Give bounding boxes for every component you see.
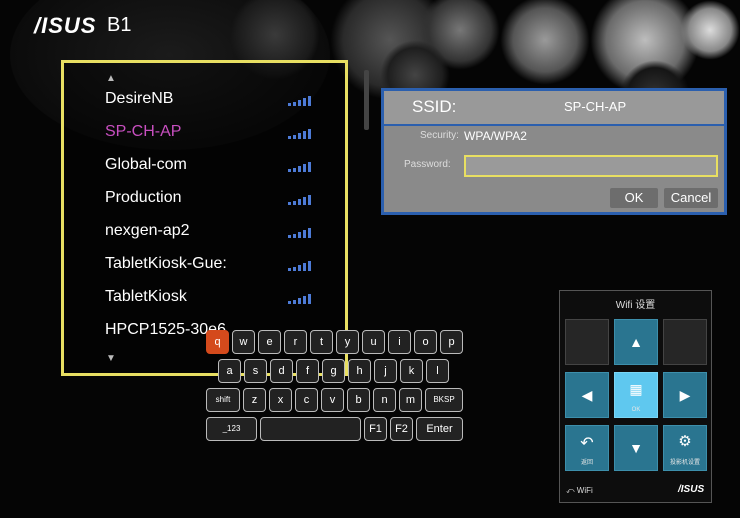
key-b[interactable]: b: [347, 388, 370, 412]
ssid-header: SSID: SP-CH-AP: [384, 91, 724, 126]
key-m[interactable]: m: [399, 388, 422, 412]
signal-strength-icon: [288, 162, 314, 172]
wifi-label: WiFi: [576, 486, 593, 495]
remote-ok-button[interactable]: ▦ OK: [614, 372, 658, 418]
asus-logo: /ISUS: [34, 13, 97, 38]
key-k[interactable]: k: [400, 359, 423, 383]
signal-strength-icon: [288, 96, 314, 106]
remote-blank-top-right: [663, 319, 707, 365]
remote-control-panel: Wifi 设置 ▲ ◀ ▦ OK ▶ ↶ 返回 ▼ ⚙ 投影机设置 ⤺ WiFi…: [559, 290, 712, 503]
scroll-up-icon[interactable]: ▲: [106, 73, 116, 84]
network-item[interactable]: Global-com: [105, 156, 275, 174]
remote-settings-button[interactable]: ⚙ 投影机设置: [663, 425, 707, 471]
key-n[interactable]: n: [373, 388, 396, 412]
key-h[interactable]: h: [348, 359, 371, 383]
signal-strength-icon: [288, 129, 314, 139]
cancel-button[interactable]: Cancel: [664, 188, 718, 208]
grid-icon: ▦: [629, 381, 643, 397]
security-value: WPA/WPA2: [464, 129, 527, 143]
remote-back-button[interactable]: ↶ 返回: [565, 425, 609, 471]
key-s[interactable]: s: [244, 359, 267, 383]
security-label: Security:: [420, 130, 459, 141]
key-shift[interactable]: shift: [206, 388, 240, 412]
arrow-right-icon: ▶: [679, 387, 691, 403]
signal-strength-icon: [288, 228, 314, 238]
arrow-left-icon: ◀: [581, 387, 593, 403]
remote-asus-logo: /ISUS: [678, 484, 705, 495]
scroll-down-icon[interactable]: ▼: [106, 353, 116, 364]
network-item[interactable]: TabletKiosk: [105, 288, 275, 306]
key-g[interactable]: g: [322, 359, 345, 383]
network-item[interactable]: DesireNB: [105, 90, 275, 108]
input-source-icon: ⤺: [566, 486, 575, 495]
key-y[interactable]: y: [336, 330, 359, 354]
key-f2[interactable]: F2: [390, 417, 413, 441]
remote-left-button[interactable]: ◀: [565, 372, 609, 418]
network-item-selected[interactable]: SP-CH-AP: [105, 123, 275, 141]
key-t[interactable]: t: [310, 330, 333, 354]
wifi-source-indicator: ⤺ WiFi: [566, 486, 593, 496]
key-q[interactable]: q: [206, 330, 229, 354]
ok-caption: OK: [631, 407, 641, 413]
key-f1[interactable]: F1: [364, 417, 387, 441]
signal-strength-icon: [288, 294, 314, 304]
remote-down-button[interactable]: ▼: [614, 425, 658, 471]
remote-title: Wifi 设置: [615, 300, 656, 311]
ssid-dialog: SSID: SP-CH-AP Security: WPA/WPA2 Passwo…: [381, 88, 727, 215]
password-label: Password:: [404, 159, 451, 170]
key-z[interactable]: z: [243, 388, 266, 412]
onscreen-keyboard: q w e r t y u i o p a s d f g h j k l sh…: [203, 327, 467, 445]
key-d[interactable]: d: [270, 359, 293, 383]
key-enter[interactable]: Enter: [416, 417, 463, 441]
key-i[interactable]: i: [388, 330, 411, 354]
key-w[interactable]: w: [232, 330, 255, 354]
gear-icon: ⚙: [678, 433, 692, 450]
key-o[interactable]: o: [414, 330, 437, 354]
ok-button[interactable]: OK: [610, 188, 658, 208]
network-item[interactable]: nexgen-ap2: [105, 222, 275, 240]
back-icon: ↶: [580, 435, 594, 452]
key-j[interactable]: j: [374, 359, 397, 383]
key-space[interactable]: [260, 417, 361, 441]
key-c[interactable]: c: [295, 388, 318, 412]
ssid-value: SP-CH-AP: [564, 99, 627, 114]
model-name: B1: [107, 14, 132, 36]
key-numeric[interactable]: _123: [206, 417, 257, 441]
remote-up-button[interactable]: ▲: [614, 319, 658, 365]
key-a[interactable]: a: [218, 359, 241, 383]
key-r[interactable]: r: [284, 330, 307, 354]
arrow-up-icon: ▲: [629, 334, 643, 350]
network-item[interactable]: TabletKiosk-Gue:: [105, 255, 275, 273]
key-u[interactable]: u: [362, 330, 385, 354]
key-p[interactable]: p: [440, 330, 463, 354]
key-backspace[interactable]: BKSP: [425, 388, 463, 412]
back-caption: 返回: [580, 460, 593, 466]
key-v[interactable]: v: [321, 388, 344, 412]
top-bar: /ISUS B1: [0, 0, 740, 48]
ssid-label: SSID:: [412, 97, 457, 116]
list-scrollbar[interactable]: [364, 70, 369, 130]
key-f[interactable]: f: [296, 359, 319, 383]
settings-caption: 投影机设置: [669, 460, 700, 466]
remote-right-button[interactable]: ▶: [663, 372, 707, 418]
network-item[interactable]: Production: [105, 189, 275, 207]
key-x[interactable]: x: [269, 388, 292, 412]
signal-strength-icon: [288, 195, 314, 205]
projector-screen: /ISUS B1 ▲ DesireNB SP-CH-AP Global-com …: [0, 0, 740, 518]
key-e[interactable]: e: [258, 330, 281, 354]
arrow-down-icon: ▼: [629, 440, 643, 456]
password-input[interactable]: [464, 155, 718, 177]
remote-blank-top-left: [565, 319, 609, 365]
key-l[interactable]: l: [426, 359, 449, 383]
signal-strength-icon: [288, 261, 314, 271]
